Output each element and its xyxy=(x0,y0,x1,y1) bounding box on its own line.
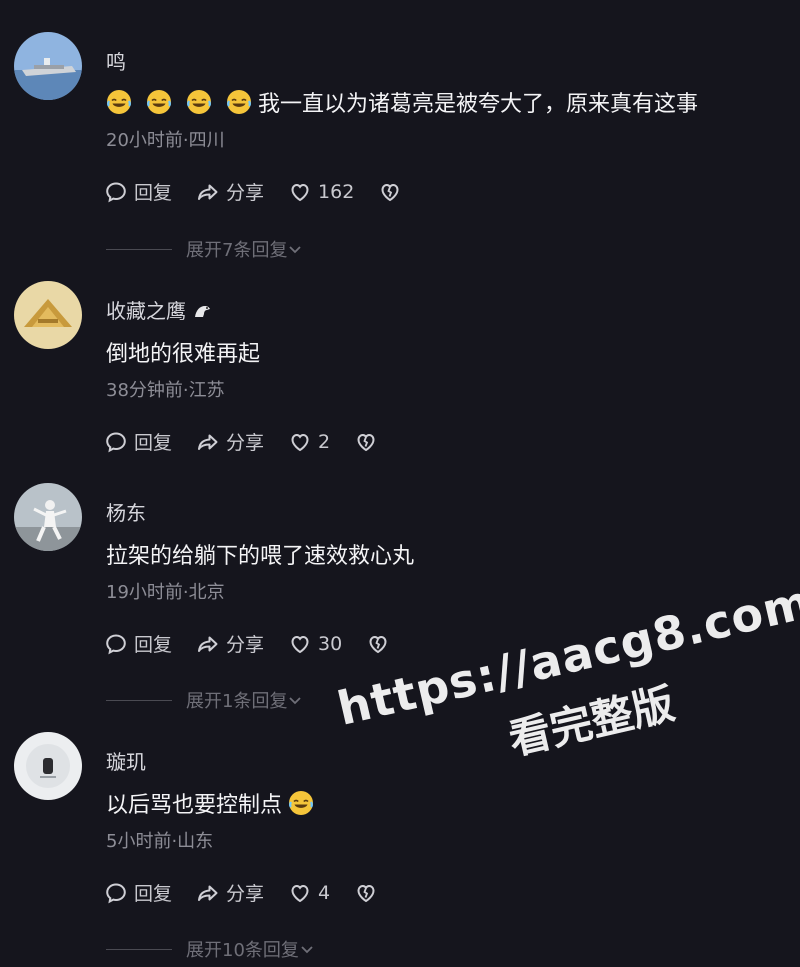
divider-line xyxy=(106,948,172,950)
reply-label: 回复 xyxy=(134,634,173,656)
divider-line xyxy=(106,248,172,250)
like-button[interactable]: 162 xyxy=(288,180,354,204)
comment-text-content: 我一直以为诸葛亮是被夸大了，原来真有这事 xyxy=(258,92,699,117)
share-arrow-icon xyxy=(196,632,220,656)
comment-text-content: 以后骂也要控制点 xyxy=(106,793,283,818)
laughing-tears-emoji-icon xyxy=(226,89,252,115)
broken-heart-icon xyxy=(354,881,378,905)
like-count: 30 xyxy=(318,632,343,655)
avatar[interactable] xyxy=(14,32,82,100)
comment-meta: 5小时前·山东 xyxy=(106,831,214,852)
comment-actions: 回复 分享 162 xyxy=(104,178,432,205)
heart-icon xyxy=(288,881,312,905)
expand-replies-button[interactable]: 展开10条回复 xyxy=(106,936,315,962)
share-arrow-icon xyxy=(196,881,220,905)
reply-button[interactable]: 回复 xyxy=(104,178,172,205)
share-label: 分享 xyxy=(226,432,265,454)
share-arrow-icon xyxy=(196,430,220,454)
reply-button[interactable]: 回复 xyxy=(104,630,172,657)
avatar[interactable] xyxy=(14,281,82,349)
avatar[interactable] xyxy=(14,732,82,800)
chevron-down-icon xyxy=(299,941,315,957)
like-button[interactable]: 2 xyxy=(288,430,330,454)
reply-bubble-icon xyxy=(104,430,128,454)
broken-heart-icon xyxy=(354,430,378,454)
comment-actions: 回复 分享 2 xyxy=(104,428,408,455)
username[interactable]: 杨东 xyxy=(106,497,146,526)
comment-meta: 38分钟前·江苏 xyxy=(106,380,225,401)
broken-heart-icon xyxy=(378,180,402,204)
eagle-icon xyxy=(195,306,211,317)
dislike-button[interactable] xyxy=(366,632,396,656)
comment-text-content: 拉架的给躺下的喂了速效救心丸 xyxy=(106,544,415,569)
comment-meta: 19小时前·北京 xyxy=(106,582,225,603)
chevron-down-icon xyxy=(287,241,303,257)
expand-label: 展开7条回复 xyxy=(186,240,288,261)
comment-text: 拉架的给躺下的喂了速效救心丸 xyxy=(106,538,414,570)
reply-button[interactable]: 回复 xyxy=(104,879,172,906)
share-button[interactable]: 分享 xyxy=(196,879,264,906)
username-text: 收藏之鹰 xyxy=(106,299,186,323)
laughing-tears-emoji-icon xyxy=(186,89,212,115)
broken-heart-icon xyxy=(366,632,390,656)
share-label: 分享 xyxy=(226,883,265,905)
like-button[interactable]: 30 xyxy=(288,632,342,656)
dislike-button[interactable] xyxy=(354,881,384,905)
reply-bubble-icon xyxy=(104,180,128,204)
reply-button[interactable]: 回复 xyxy=(104,428,172,455)
expand-replies-button[interactable]: 展开7条回复 xyxy=(106,236,303,262)
share-label: 分享 xyxy=(226,182,265,204)
expand-replies-button[interactable]: 展开1条回复 xyxy=(106,687,303,713)
reply-label: 回复 xyxy=(134,182,173,204)
share-label: 分享 xyxy=(226,634,265,656)
heart-icon xyxy=(288,180,312,204)
comment-actions: 回复 分享 30 xyxy=(104,630,420,657)
share-button[interactable]: 分享 xyxy=(196,630,264,657)
comment-text: 倒地的很难再起 xyxy=(106,336,260,368)
share-button[interactable]: 分享 xyxy=(196,428,264,455)
like-count: 162 xyxy=(318,180,355,203)
expand-label: 展开1条回复 xyxy=(186,691,288,712)
comment-meta: 20小时前·四川 xyxy=(106,130,225,151)
dislike-button[interactable] xyxy=(354,430,384,454)
heart-icon xyxy=(288,430,312,454)
divider-line xyxy=(106,699,172,701)
comment-actions: 回复 分享 4 xyxy=(104,879,408,906)
username[interactable]: 璇玑 xyxy=(106,746,146,775)
comment-text: 我一直以为诸葛亮是被夸大了，原来真有这事 xyxy=(106,86,698,118)
chevron-down-icon xyxy=(287,692,303,708)
like-button[interactable]: 4 xyxy=(288,881,330,905)
laughing-tears-emoji-icon xyxy=(146,89,172,115)
reply-label: 回复 xyxy=(134,883,173,905)
avatar[interactable] xyxy=(14,483,82,551)
comment-text-content: 倒地的很难再起 xyxy=(106,342,261,367)
share-button[interactable]: 分享 xyxy=(196,178,264,205)
username[interactable]: 收藏之鹰 xyxy=(106,295,212,324)
comment-text: 以后骂也要控制点 xyxy=(106,787,314,819)
like-count: 2 xyxy=(318,430,331,453)
reply-label: 回复 xyxy=(134,432,173,454)
laughing-tears-emoji-icon xyxy=(106,89,132,115)
username[interactable]: 鸣 xyxy=(106,46,126,75)
reply-bubble-icon xyxy=(104,632,128,656)
dislike-button[interactable] xyxy=(378,180,408,204)
laughing-tears-emoji-icon xyxy=(288,790,314,816)
share-arrow-icon xyxy=(196,180,220,204)
expand-label: 展开10条回复 xyxy=(186,940,299,961)
watermark-caption: 看完整版 xyxy=(504,678,680,765)
reply-bubble-icon xyxy=(104,881,128,905)
like-count: 4 xyxy=(318,881,331,904)
heart-icon xyxy=(288,632,312,656)
